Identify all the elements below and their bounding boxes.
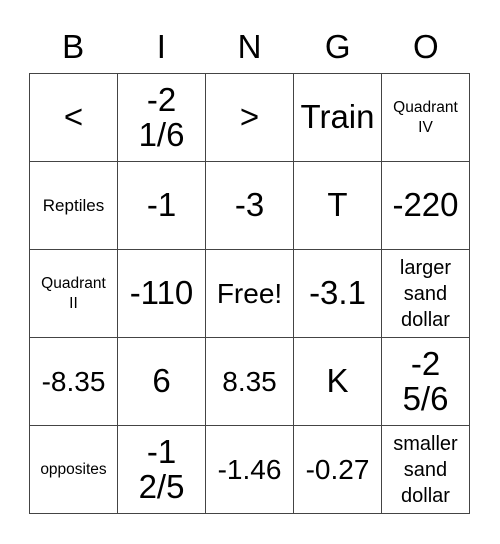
bingo-cell[interactable]: -8.35 [30, 338, 118, 426]
bingo-cell[interactable]: -0.27 [294, 426, 382, 514]
bingo-cell[interactable]: -1 [118, 162, 206, 250]
header-letter-n: N [237, 27, 262, 65]
bingo-cell[interactable]: T [294, 162, 382, 250]
bingo-cell[interactable]: smaller sand dollar [382, 426, 470, 514]
header-letter-i: I [156, 27, 166, 65]
bingo-header: B I N G O [29, 24, 470, 68]
bingo-cell[interactable]: -220 [382, 162, 470, 250]
bingo-cell[interactable]: < [30, 74, 118, 162]
header-letter-g: G [324, 27, 351, 65]
bingo-cell[interactable]: -1 2/5 [118, 426, 206, 514]
header-letter-b: B [62, 27, 85, 65]
bingo-cell[interactable]: Quadrant IV [382, 74, 470, 162]
bingo-cell[interactable]: 6 [118, 338, 206, 426]
bingo-cell[interactable]: larger sand dollar [382, 250, 470, 338]
header-letter-o: O [413, 27, 439, 65]
bingo-cell[interactable]: opposites [30, 426, 118, 514]
bingo-cell[interactable]: -3.1 [294, 250, 382, 338]
bingo-cell[interactable]: -2 1/6 [118, 74, 206, 162]
bingo-cell[interactable]: Reptiles [30, 162, 118, 250]
bingo-cell[interactable]: -3 [206, 162, 294, 250]
bingo-cell[interactable]: -1.46 [206, 426, 294, 514]
bingo-cell[interactable]: -110 [118, 250, 206, 338]
bingo-cell[interactable]: -2 5/6 [382, 338, 470, 426]
bingo-cell[interactable]: > [206, 74, 294, 162]
bingo-cell[interactable]: K [294, 338, 382, 426]
bingo-card-grid: < -2 1/6 > Train Quadrant IV Reptiles -1… [29, 73, 470, 514]
bingo-cell[interactable]: Quadrant II [30, 250, 118, 338]
free-space-cell[interactable]: Free! [206, 250, 294, 338]
bingo-cell[interactable]: 8.35 [206, 338, 294, 426]
bingo-cell[interactable]: Train [294, 74, 382, 162]
